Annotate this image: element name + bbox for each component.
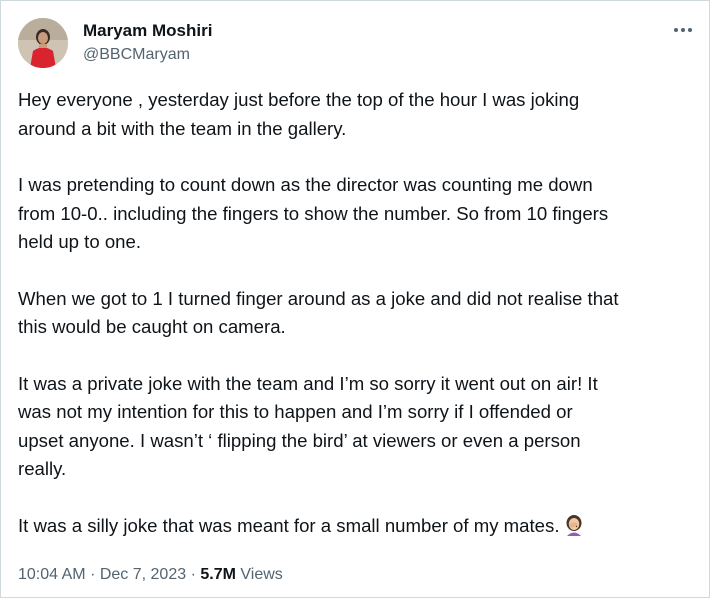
tweet-card: Maryam Moshiri @BBCMaryam Hey everyone ,… bbox=[0, 0, 710, 598]
tweet-paragraph: It was a private joke with the team and … bbox=[18, 372, 598, 480]
tweet-paragraph: I was pretending to count down as the di… bbox=[18, 174, 609, 252]
author-display-name[interactable]: Maryam Moshiri bbox=[83, 21, 212, 41]
views-label: Views bbox=[240, 566, 283, 583]
meta-separator: · bbox=[90, 566, 96, 583]
woman-facepalming-emoji-icon bbox=[563, 514, 585, 536]
tweet-text: Hey everyone , yesterday just before the… bbox=[18, 86, 698, 540]
tweet-paragraph: Hey everyone , yesterday just before the… bbox=[18, 89, 580, 139]
author-handle[interactable]: @BBCMaryam bbox=[83, 46, 190, 64]
meta-separator: · bbox=[190, 566, 196, 583]
tweet-paragraph: It was a silly joke that was meant for a… bbox=[18, 514, 560, 536]
tweet-meta: 10:04 AM · Dec 7, 2023 · 5.7M Views bbox=[18, 566, 283, 584]
more-horizontal-icon[interactable] bbox=[669, 19, 697, 41]
tweet-date[interactable]: Dec 7, 2023 bbox=[100, 566, 186, 583]
tweet-last-paragraph: It was a silly joke that was meant for a… bbox=[18, 512, 698, 541]
tweet-paragraph: When we got to 1 I turned finger around … bbox=[18, 287, 619, 338]
avatar[interactable] bbox=[18, 18, 68, 68]
tweet-time[interactable]: 10:04 AM bbox=[18, 566, 86, 583]
views-count: 5.7M bbox=[200, 566, 236, 583]
avatar-image bbox=[18, 18, 68, 68]
